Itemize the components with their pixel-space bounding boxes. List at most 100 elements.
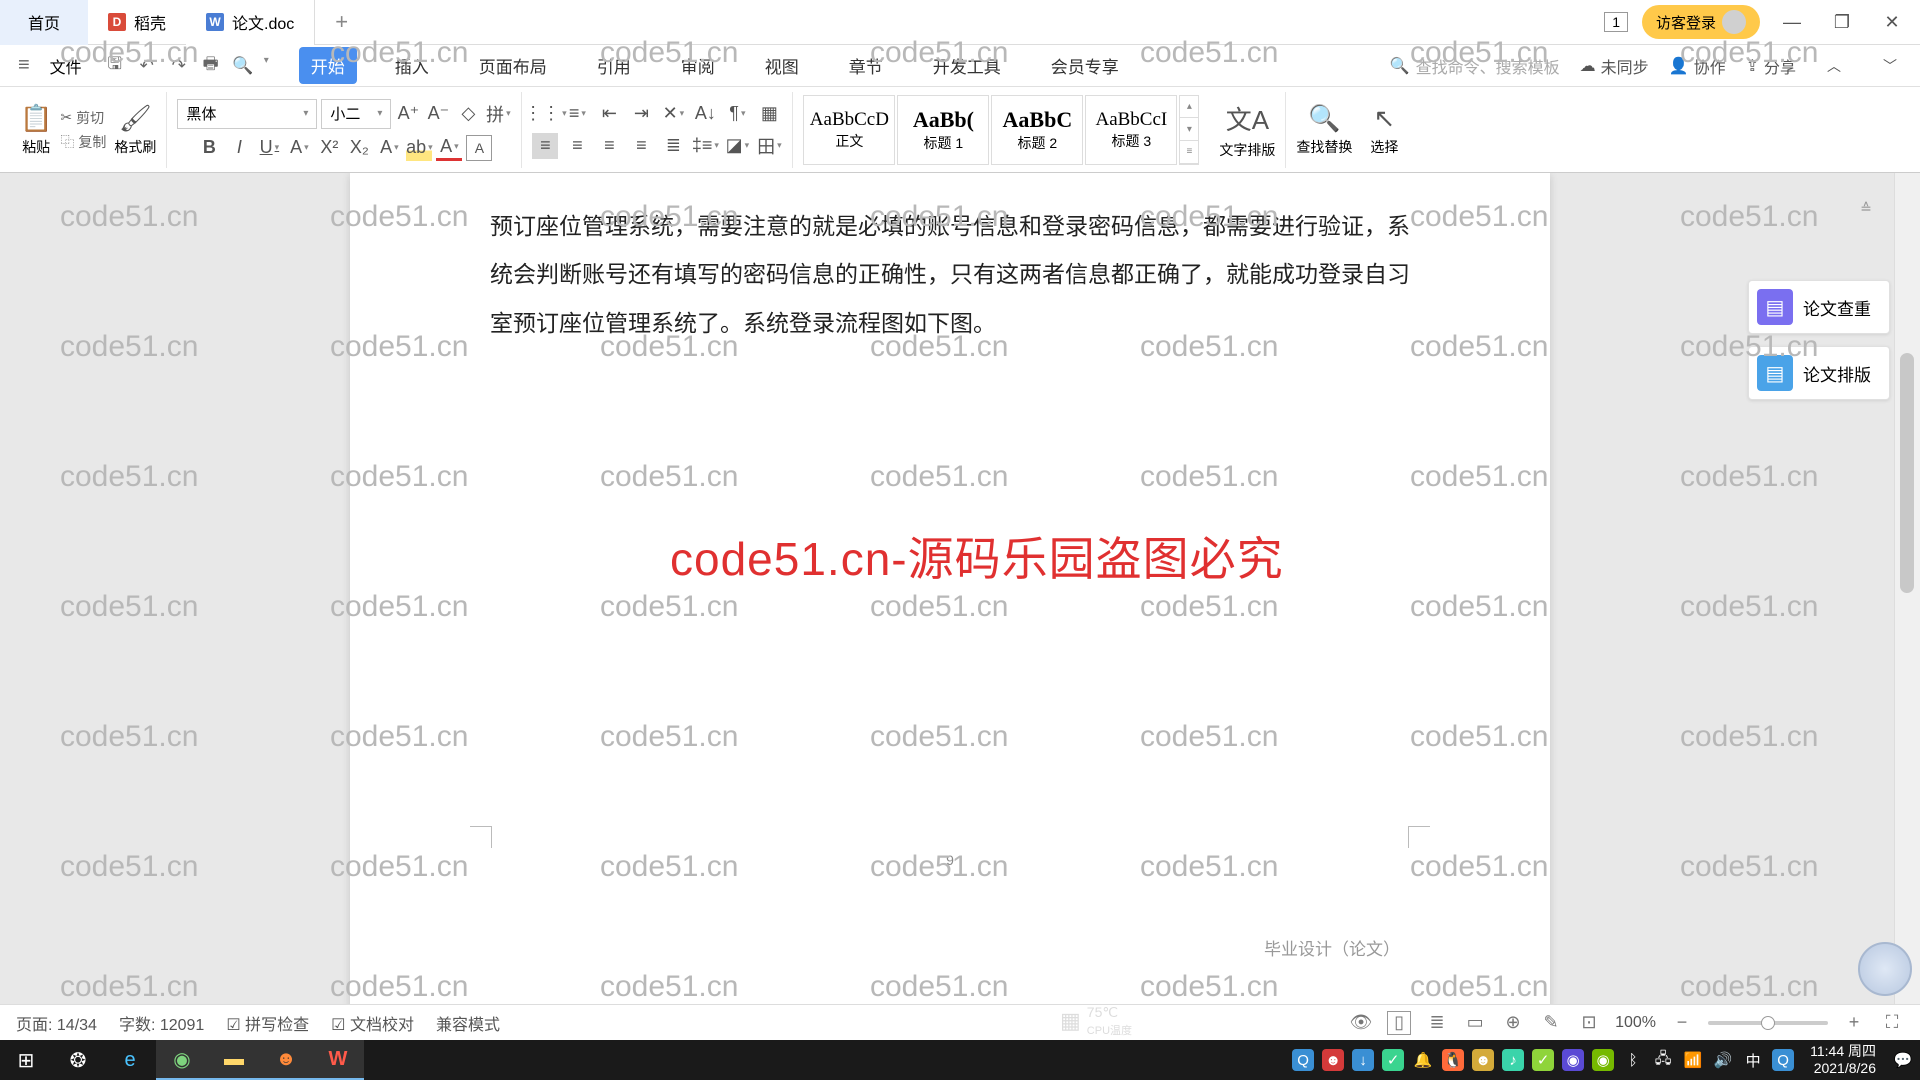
menu-tab-vip[interactable]: 会员专享 [1039, 47, 1131, 84]
share-button[interactable]: ⇪分享 [1746, 54, 1796, 78]
menu-tab-review[interactable]: 审阅 [669, 47, 727, 84]
superscript-button[interactable]: X² [316, 135, 342, 161]
tab-home[interactable]: 首页 [0, 0, 88, 45]
paper-check-button[interactable]: ▤论文查重 [1748, 280, 1890, 334]
task-ie[interactable]: e [104, 1040, 156, 1080]
spell-check[interactable]: ☑ 拼写检查 [226, 1011, 309, 1035]
page-view-icon[interactable]: ▯ [1387, 1011, 1411, 1035]
paste-button[interactable]: 📋粘贴 [20, 103, 52, 157]
tray-icon[interactable]: ◉ [1562, 1049, 1584, 1071]
word-count[interactable]: 字数: 12091 [119, 1011, 204, 1035]
login-button[interactable]: 访客登录 [1642, 5, 1760, 39]
style-down[interactable]: ▾ [1180, 118, 1198, 141]
border-button[interactable]: ▦ [756, 101, 782, 127]
bold-button[interactable]: B [196, 135, 222, 161]
font-size-select[interactable]: 小二▾ [321, 99, 391, 129]
vertical-scrollbar[interactable] [1894, 173, 1920, 1040]
tray-icon[interactable]: ♪ [1502, 1049, 1524, 1071]
undo-icon[interactable]: ↶ [136, 55, 158, 77]
font-color-button[interactable]: A [436, 135, 462, 161]
zoom-out-button[interactable]: − [1670, 1011, 1694, 1035]
borders-button[interactable]: 田 [756, 133, 782, 159]
tray-bell-icon[interactable]: 🔔 [1412, 1049, 1434, 1071]
tray-icon[interactable]: ✓ [1382, 1049, 1404, 1071]
style-heading2[interactable]: AaBbC标题 2 [991, 95, 1083, 165]
document-canvas[interactable]: 预订座位管理系统，需要注意的就是必填的账号信息和登录密码信息，都需要进行验证，系… [0, 173, 1894, 1040]
fullscreen-icon[interactable]: ⛶ [1880, 1011, 1904, 1035]
tray-nvidia-icon[interactable]: ◉ [1592, 1049, 1614, 1071]
style-heading1[interactable]: AaBb(标题 1 [897, 95, 989, 165]
tray-wifi-icon[interactable]: 📶 [1682, 1049, 1704, 1071]
task-app-2[interactable]: ☻ [260, 1040, 312, 1080]
window-count[interactable]: 1 [1604, 12, 1628, 32]
save-icon[interactable]: 🖫 [104, 55, 126, 77]
text-effects-button[interactable]: A [376, 135, 402, 161]
action-center-icon[interactable]: 💬 [1892, 1049, 1914, 1071]
tab-document[interactable]: W论文.doc [186, 0, 315, 45]
tray-icon[interactable]: ☻ [1472, 1049, 1494, 1071]
italic-button[interactable]: I [226, 135, 252, 161]
zoom-knob[interactable] [1761, 1016, 1775, 1030]
redo-icon[interactable]: ↷ [168, 55, 190, 77]
task-app-1[interactable]: ❂ [52, 1040, 104, 1080]
font-name-select[interactable]: 黑体▾ [177, 99, 317, 129]
align-left-button[interactable]: ≡ [532, 133, 558, 159]
print-icon[interactable]: 🖶 [200, 55, 222, 77]
menu-tab-start[interactable]: 开始 [299, 47, 357, 84]
tray-icon[interactable]: ✓ [1532, 1049, 1554, 1071]
numbering-button[interactable]: ≡ [564, 101, 590, 127]
outline-view-icon[interactable]: ≣ [1425, 1011, 1449, 1035]
strikethrough-button[interactable]: A [286, 135, 312, 161]
tray-icon[interactable]: Q [1292, 1049, 1314, 1071]
doc-proof[interactable]: ☑ 文档校对 [331, 1011, 414, 1035]
tray-network-icon[interactable]: 🖧 [1652, 1049, 1674, 1071]
zoom-in-button[interactable]: + [1842, 1011, 1866, 1035]
menu-tab-chapter[interactable]: 章节 [837, 47, 895, 84]
style-nav[interactable]: ▴▾≡ [1179, 95, 1199, 165]
panel-collapse-button[interactable]: ≙ [1852, 200, 1880, 220]
task-explorer[interactable]: ▬ [208, 1040, 260, 1080]
cut-button[interactable]: ✂剪切 [60, 108, 106, 128]
underline-button[interactable]: U [256, 135, 282, 161]
phonetic-button[interactable]: 拼 [485, 101, 511, 127]
menu-tab-dev[interactable]: 开发工具 [921, 47, 1013, 84]
align-right-button[interactable]: ≡ [596, 133, 622, 159]
edit-icon[interactable]: ✎ [1539, 1011, 1563, 1035]
task-browser[interactable]: ◉ [156, 1040, 208, 1080]
assistant-bubble[interactable] [1858, 942, 1912, 996]
style-more[interactable]: ≡ [1180, 141, 1198, 164]
tray-icon[interactable]: ↓ [1352, 1049, 1374, 1071]
task-wps[interactable]: W [312, 1040, 364, 1080]
line-spacing-button[interactable]: ‡≡ [692, 133, 718, 159]
read-view-icon[interactable]: ▭ [1463, 1011, 1487, 1035]
show-marks-button[interactable]: ¶ [724, 101, 750, 127]
select-button[interactable]: ↖选择 [1370, 103, 1398, 157]
fit-width-icon[interactable]: ⊡ [1577, 1011, 1601, 1035]
style-up[interactable]: ▴ [1180, 96, 1198, 119]
subscript-button[interactable]: X₂ [346, 135, 372, 161]
menu-tab-reference[interactable]: 引用 [585, 47, 643, 84]
clear-format-button[interactable]: ◇ [455, 101, 481, 127]
find-replace-button[interactable]: 🔍查找替换 [1296, 103, 1352, 157]
tray-volume-icon[interactable]: 🔊 [1712, 1049, 1734, 1071]
maximize-button[interactable]: ❐ [1824, 4, 1860, 40]
sort-button[interactable]: A↓ [692, 101, 718, 127]
page[interactable]: 预订座位管理系统，需要注意的就是必填的账号信息和登录密码信息，都需要进行验证，系… [350, 173, 1550, 1008]
shading-button[interactable]: ◪ [724, 133, 750, 159]
cpu-temp-widget[interactable]: ▦ 75℃CPU温度 [1060, 1004, 1132, 1038]
tray-bluetooth-icon[interactable]: ᛒ [1622, 1049, 1644, 1071]
scroll-thumb[interactable] [1900, 353, 1914, 593]
grow-font-button[interactable]: A⁺ [395, 101, 421, 127]
web-view-icon[interactable]: ⊕ [1501, 1011, 1525, 1035]
align-justify-button[interactable]: ≡ [628, 133, 654, 159]
char-border-button[interactable]: A [466, 135, 492, 161]
start-button[interactable]: ⊞ [0, 1040, 52, 1080]
zoom-value[interactable]: 100% [1615, 1014, 1656, 1032]
copy-button[interactable]: ⿻复制 [60, 132, 106, 152]
tab-add-button[interactable]: + [315, 9, 368, 35]
tray-icon[interactable]: 🐧 [1442, 1049, 1464, 1071]
paragraph-text[interactable]: 预订座位管理系统，需要注意的就是必填的账号信息和登录密码信息，都需要进行验证，系… [490, 203, 1410, 348]
shrink-font-button[interactable]: A⁻ [425, 101, 451, 127]
sync-status[interactable]: ☁未同步 [1580, 54, 1649, 78]
menu-tab-view[interactable]: 视图 [753, 47, 811, 84]
